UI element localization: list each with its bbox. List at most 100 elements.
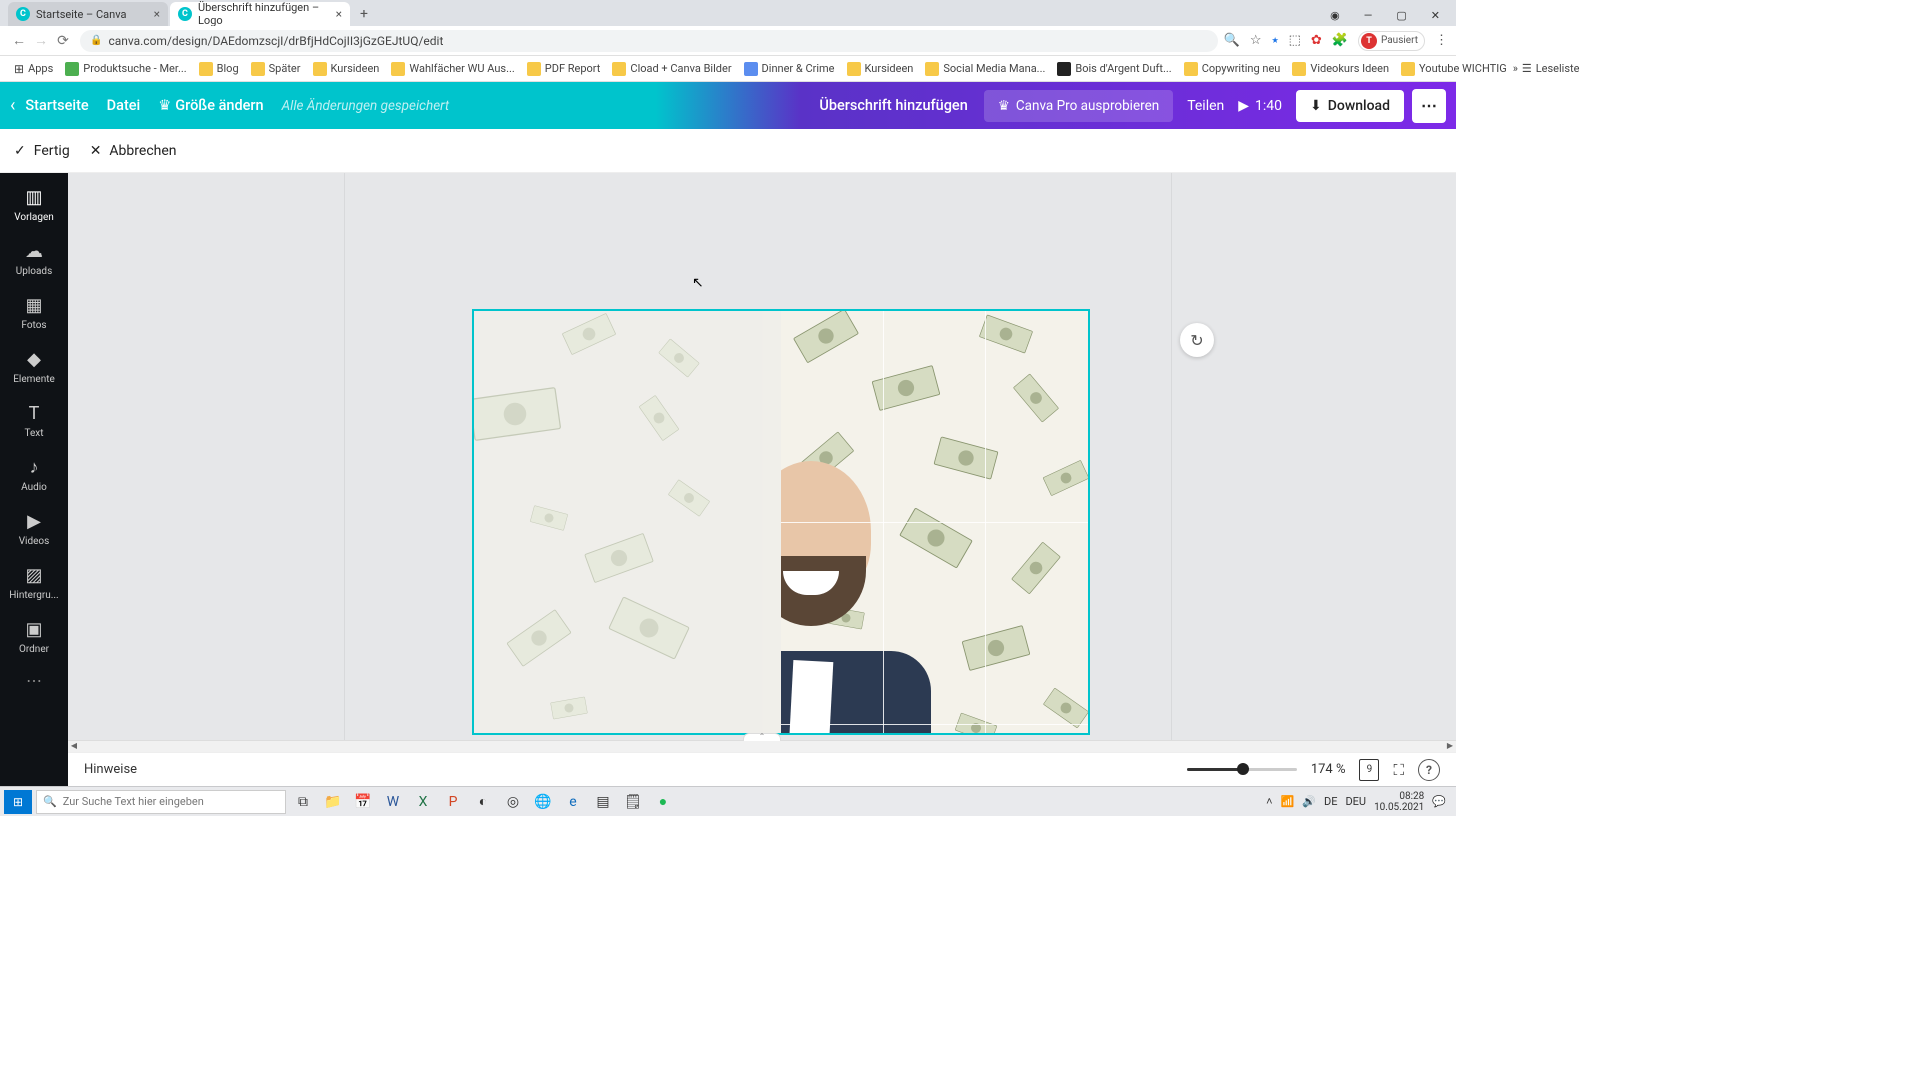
extensions-menu-icon[interactable]: 🧩	[1332, 33, 1348, 48]
sidebar-item-text[interactable]: TText	[0, 395, 68, 449]
sidebar-item-photos[interactable]: ▦Fotos	[0, 287, 68, 341]
apps-shortcut[interactable]: ⊞Apps	[8, 62, 59, 76]
sidebar-item-folders[interactable]: ▣Ordner	[0, 611, 68, 665]
sidebar-item-videos[interactable]: ▶Videos	[0, 503, 68, 557]
scroll-left-icon[interactable]: ◀	[68, 741, 80, 753]
volume-icon[interactable]: 🔊	[1302, 795, 1316, 808]
zoom-value[interactable]: 174 %	[1311, 762, 1346, 777]
try-pro-button[interactable]: ♛Canva Pro ausprobieren	[984, 90, 1173, 122]
chrome-icon[interactable]: 🌐	[530, 790, 556, 814]
browser-tab[interactable]: C Überschrift hinzufügen – Logo ×	[170, 2, 350, 26]
bookmark-item[interactable]: Videokurs Ideen	[1286, 62, 1395, 76]
sidebar-item-elements[interactable]: ◆Elemente	[0, 341, 68, 395]
incognito-icon[interactable]: ◉	[1324, 5, 1346, 26]
photos-icon: ▦	[0, 295, 68, 316]
scroll-right-icon[interactable]: ▶	[1444, 741, 1456, 753]
bookmark-item[interactable]: Cload + Canva Bilder	[606, 62, 737, 76]
start-button[interactable]: ⊞	[4, 790, 32, 814]
canva-favicon: C	[178, 7, 192, 21]
forward-icon[interactable]: →	[30, 32, 52, 49]
back-icon[interactable]: ←	[8, 32, 30, 49]
fullscreen-icon[interactable]: ⛶	[1393, 761, 1404, 779]
app-icon[interactable]: ▤	[590, 790, 616, 814]
url-input[interactable]: 🔒 canva.com/design/DAEdomzscjI/drBfjHdCo…	[80, 30, 1218, 52]
reload-icon[interactable]: ⟳	[52, 33, 74, 49]
crop-visible-area	[781, 311, 1088, 733]
bookmark-item[interactable]: Social Media Mana...	[919, 62, 1051, 76]
bookmark-item[interactable]: Copywriting neu	[1178, 62, 1287, 76]
calendar-icon[interactable]: 📅	[350, 790, 376, 814]
close-icon[interactable]: ×	[148, 7, 160, 21]
done-button[interactable]: ✓Fertig	[14, 143, 70, 159]
spotify-icon[interactable]: ●	[650, 790, 676, 814]
extension-icon[interactable]: ⬚	[1289, 33, 1301, 48]
taskbar-clock[interactable]: 08:28 10.05.2021	[1374, 791, 1424, 813]
resize-button[interactable]: ♛Größe ändern	[158, 97, 263, 114]
bookmark-item[interactable]: Später	[245, 62, 307, 76]
bookmark-item[interactable]: Kursideen	[841, 62, 920, 76]
translate-icon[interactable]: ⭑	[1272, 33, 1279, 48]
bookmark-item[interactable]: Youtube WICHTIG	[1395, 62, 1513, 76]
profile-badge[interactable]: T Pausiert	[1358, 31, 1425, 51]
canvas-viewport[interactable]: ↻ ↖	[68, 173, 1456, 740]
help-button[interactable]: ?	[1418, 759, 1440, 781]
obs-icon[interactable]: ◎	[500, 790, 526, 814]
word-icon[interactable]: W	[380, 790, 406, 814]
bookmark-item[interactable]: Bois d'Argent Duft...	[1051, 62, 1177, 76]
editor-footer: Hinweise 174 % 9 ⛶ ?	[68, 752, 1456, 786]
address-bar: ← → ⟳ 🔒 canva.com/design/DAEdomzscjI/drB…	[0, 26, 1456, 56]
menu-icon[interactable]: ⋮	[1435, 33, 1448, 48]
back-button[interactable]: ‹	[10, 95, 15, 116]
home-link[interactable]: Startseite	[25, 97, 88, 114]
bookmark-item[interactable]: Dinner & Crime	[738, 62, 841, 76]
app-icon[interactable]: ◐	[470, 790, 496, 814]
bookmark-item[interactable]: PDF Report	[521, 62, 607, 76]
excel-icon[interactable]: X	[410, 790, 436, 814]
keyboard-layout[interactable]: DE	[1324, 795, 1337, 808]
tray-chevron-icon[interactable]: ˄	[1266, 795, 1272, 808]
notifications-icon[interactable]: 💬	[1432, 795, 1446, 808]
sidebar-item-background[interactable]: ▨Hintergru...	[0, 557, 68, 611]
zoom-icon[interactable]: 🔍	[1224, 33, 1240, 48]
expand-notes-handle[interactable]: ⌃	[743, 733, 781, 741]
page-count-button[interactable]: 9	[1359, 759, 1379, 781]
notepad-icon[interactable]: 🗒	[620, 790, 646, 814]
browser-tab[interactable]: C Startseite – Canva ×	[8, 2, 168, 26]
extension-icon[interactable]: ✿	[1311, 33, 1322, 48]
sidebar-item-templates[interactable]: ▥Vorlagen	[0, 179, 68, 233]
download-button[interactable]: ⬇Download	[1296, 90, 1404, 122]
present-button[interactable]: ▶1:40	[1238, 98, 1282, 114]
file-menu[interactable]: Datei	[107, 97, 141, 114]
taskbar-search[interactable]: 🔍 Zur Suche Text hier eingeben	[36, 790, 286, 814]
sidebar-item-audio[interactable]: ♪Audio	[0, 449, 68, 503]
maximize-icon[interactable]: ▢	[1390, 5, 1412, 26]
bookmark-item[interactable]: Wahlfächer WU Aus...	[385, 62, 520, 76]
bookmark-item[interactable]: Kursideen	[307, 62, 386, 76]
task-view-icon[interactable]: ⧉	[290, 790, 316, 814]
reset-crop-button[interactable]: ↻	[1180, 323, 1214, 357]
horizontal-scrollbar[interactable]: ◀ ⌃ ▶	[68, 740, 1456, 752]
document-title[interactable]: Überschrift hinzufügen	[819, 97, 967, 114]
sidebar-more[interactable]: ⋯	[26, 665, 42, 696]
close-window-icon[interactable]: ✕	[1425, 5, 1446, 26]
explorer-icon[interactable]: 📁	[320, 790, 346, 814]
star-icon[interactable]: ☆	[1250, 33, 1262, 48]
bookmark-item[interactable]: Produktsuche - Mer...	[59, 62, 192, 76]
minimize-icon[interactable]: —	[1358, 5, 1379, 26]
language-indicator[interactable]: DEU	[1345, 795, 1366, 808]
cancel-button[interactable]: ✕Abbrechen	[90, 143, 177, 159]
bookmark-icon	[612, 62, 626, 76]
close-icon[interactable]: ×	[330, 7, 342, 21]
share-button[interactable]: Teilen	[1187, 98, 1224, 114]
image-crop-frame[interactable]	[472, 309, 1090, 735]
bookmark-item[interactable]: Blog	[193, 62, 245, 76]
notes-label[interactable]: Hinweise	[84, 762, 137, 777]
new-tab-button[interactable]: +	[352, 2, 376, 26]
edge-icon[interactable]: e	[560, 790, 586, 814]
powerpoint-icon[interactable]: P	[440, 790, 466, 814]
zoom-slider[interactable]	[1187, 768, 1297, 771]
sidebar-item-uploads[interactable]: ☁Uploads	[0, 233, 68, 287]
bookmarks-overflow[interactable]: »☰Leseliste	[1513, 62, 1580, 75]
more-menu-button[interactable]: ⋯	[1412, 89, 1446, 123]
wifi-icon[interactable]: 📶	[1281, 795, 1295, 808]
